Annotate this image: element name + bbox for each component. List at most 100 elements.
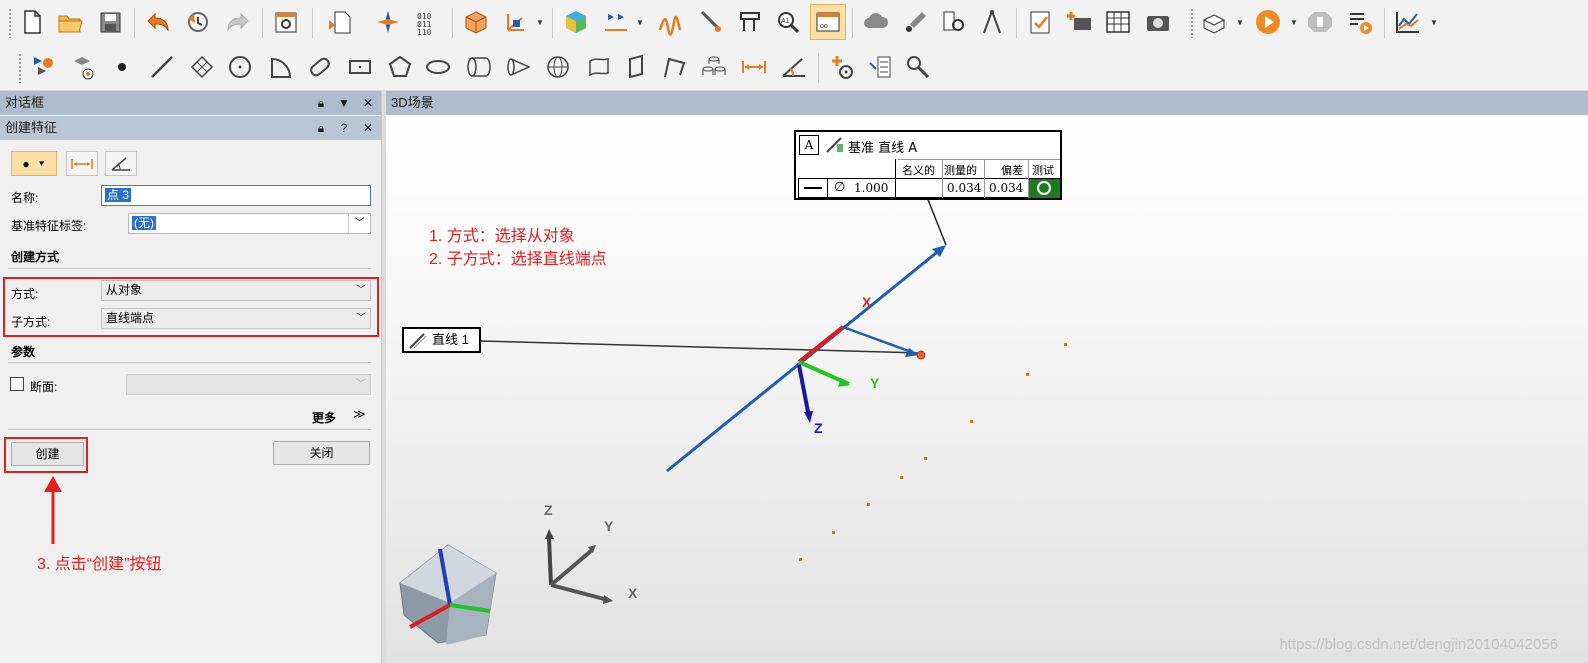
col-nominal: 名义的 xyxy=(902,164,935,177)
undo-icon[interactable] xyxy=(140,4,176,40)
auto-feature-icon[interactable] xyxy=(24,49,60,85)
z-axis-blue xyxy=(797,364,811,418)
datum-letter: A xyxy=(799,135,819,155)
sphere-icon[interactable] xyxy=(540,49,576,85)
divider-icon[interactable] xyxy=(974,4,1010,40)
camera-icon[interactable] xyxy=(1140,4,1176,40)
play-icon[interactable] xyxy=(1250,4,1286,40)
line-label-box[interactable]: 直线 1 xyxy=(402,327,481,353)
section-select[interactable]: ﹀ xyxy=(126,374,371,395)
chevron-down-icon[interactable]: ﹀ xyxy=(348,214,370,233)
arc-icon[interactable] xyxy=(262,49,298,85)
create-button[interactable]: 创建 xyxy=(11,442,84,466)
point-icon[interactable] xyxy=(104,49,140,85)
binary-icon[interactable]: 010 011 110 xyxy=(410,4,446,40)
test-status-pass xyxy=(1029,179,1060,198)
probe-tool-icon[interactable] xyxy=(898,4,934,40)
probe-icon[interactable] xyxy=(692,4,728,40)
angle-icon xyxy=(111,156,130,171)
3d-scene-viewport[interactable]: A 基准 直线 A 名义的 测量的 偏差 测试 ∅ 1.000 0.034 0.… xyxy=(386,115,1588,663)
annotation-arrow xyxy=(44,476,62,544)
settings-icon[interactable] xyxy=(268,4,304,40)
part-model-icon[interactable] xyxy=(458,4,494,40)
pin-icon[interactable]: 🔒︎ xyxy=(313,116,329,140)
world-axis-x-label: X xyxy=(628,585,638,601)
chevron-down-icon: ﹀ xyxy=(356,379,366,390)
report-icon[interactable] xyxy=(1196,4,1232,40)
line-feature-icon xyxy=(409,333,427,349)
flat-surface-icon[interactable] xyxy=(618,49,654,85)
polygon-icon[interactable] xyxy=(382,49,418,85)
toolbar-grip[interactable] xyxy=(8,8,12,38)
open-folder-icon[interactable] xyxy=(52,4,88,40)
method-select[interactable]: 从对象 ﹀ xyxy=(101,280,371,301)
method-section-title: 创建方式 xyxy=(11,250,60,264)
submethod-select[interactable]: 直线端点 ﹀ xyxy=(101,308,371,329)
close-button[interactable]: 关闭 xyxy=(273,441,370,465)
angle-icon[interactable] xyxy=(776,49,812,85)
chart-icon[interactable] xyxy=(1390,4,1426,40)
checklist-icon[interactable] xyxy=(1022,4,1058,40)
cylinder-stack-icon[interactable] xyxy=(696,49,732,85)
annotation-step3: 3. 点击“创建”按钮 xyxy=(37,556,162,573)
slot-icon[interactable] xyxy=(302,49,338,85)
scatter-points xyxy=(799,343,1067,561)
point-cloud-icon[interactable] xyxy=(64,49,100,85)
label-search-icon[interactable]: A1 xyxy=(770,4,806,40)
more-label[interactable]: 更多 xyxy=(312,409,336,426)
save-icon[interactable] xyxy=(92,4,128,40)
angle-mode-button[interactable] xyxy=(105,151,137,176)
cylinder-icon[interactable] xyxy=(460,49,496,85)
world-x-axis xyxy=(550,583,609,602)
cloud-icon[interactable] xyxy=(858,4,894,40)
dimension-icon[interactable] xyxy=(598,4,634,40)
annotation-step2: 2. 子方式：选择直线端点 xyxy=(429,251,607,268)
run-list-icon[interactable] xyxy=(1342,4,1378,40)
end-vector xyxy=(842,325,915,355)
straightness-icon xyxy=(804,187,822,189)
compass-icon[interactable] xyxy=(370,4,406,40)
stop-hand-icon[interactable] xyxy=(1302,4,1338,40)
toolbar-grip[interactable] xyxy=(18,53,22,83)
gauge-search-icon[interactable] xyxy=(936,4,972,40)
table-icon[interactable] xyxy=(1100,4,1136,40)
distance-icon[interactable] xyxy=(736,49,772,85)
axis-y-label: Y xyxy=(870,375,880,391)
endpoint-marker xyxy=(916,350,926,360)
add-camera-icon[interactable] xyxy=(1062,4,1098,40)
construct-point-icon[interactable] xyxy=(824,49,860,85)
tools-icon[interactable] xyxy=(900,49,936,85)
datum-list-icon[interactable] xyxy=(862,49,898,85)
dropdown-arrow-icon[interactable]: ▼ xyxy=(336,91,352,115)
close-icon[interactable]: ✕ xyxy=(360,91,376,115)
close-icon[interactable]: ✕ xyxy=(360,116,376,140)
section-checkbox[interactable] xyxy=(10,377,24,391)
alignment-icon[interactable] xyxy=(498,4,534,40)
import-icon[interactable] xyxy=(322,4,358,40)
plane-icon[interactable] xyxy=(184,49,220,85)
ellipse-icon[interactable] xyxy=(420,49,456,85)
rectangle-icon[interactable] xyxy=(342,49,378,85)
caliper-icon[interactable] xyxy=(732,4,768,40)
expand-more-icon[interactable]: ≫ xyxy=(353,407,366,421)
line-icon[interactable] xyxy=(144,49,180,85)
name-input[interactable]: 点 3 xyxy=(101,185,371,206)
distance-icon xyxy=(71,158,93,169)
pin-icon[interactable]: 🔒︎ xyxy=(313,91,329,115)
watermark: https://blog.csdn.net/dengjin20104042056 xyxy=(1279,636,1558,653)
undo-history-icon[interactable] xyxy=(180,4,216,40)
polyline-icon[interactable] xyxy=(656,49,692,85)
point-mode-button[interactable]: ● ▼ xyxy=(11,151,57,176)
surface-icon[interactable] xyxy=(580,49,616,85)
redo-icon[interactable] xyxy=(220,4,256,40)
feature-control-frame[interactable]: A 基准 直线 A 名义的 测量的 偏差 测试 ∅ 1.000 0.034 0.… xyxy=(794,130,1062,200)
new-file-icon[interactable] xyxy=(14,4,50,40)
cone-icon[interactable] xyxy=(500,49,536,85)
probe-path-icon[interactable] xyxy=(652,4,688,40)
help-icon[interactable]: ? xyxy=(336,116,352,140)
distance-mode-button[interactable] xyxy=(66,151,98,176)
feature-control-icon[interactable]: oo xyxy=(810,4,846,40)
color-cube-icon[interactable] xyxy=(558,4,594,40)
circle-icon[interactable] xyxy=(222,49,258,85)
datum-select[interactable]: (无) ﹀ xyxy=(128,213,371,234)
